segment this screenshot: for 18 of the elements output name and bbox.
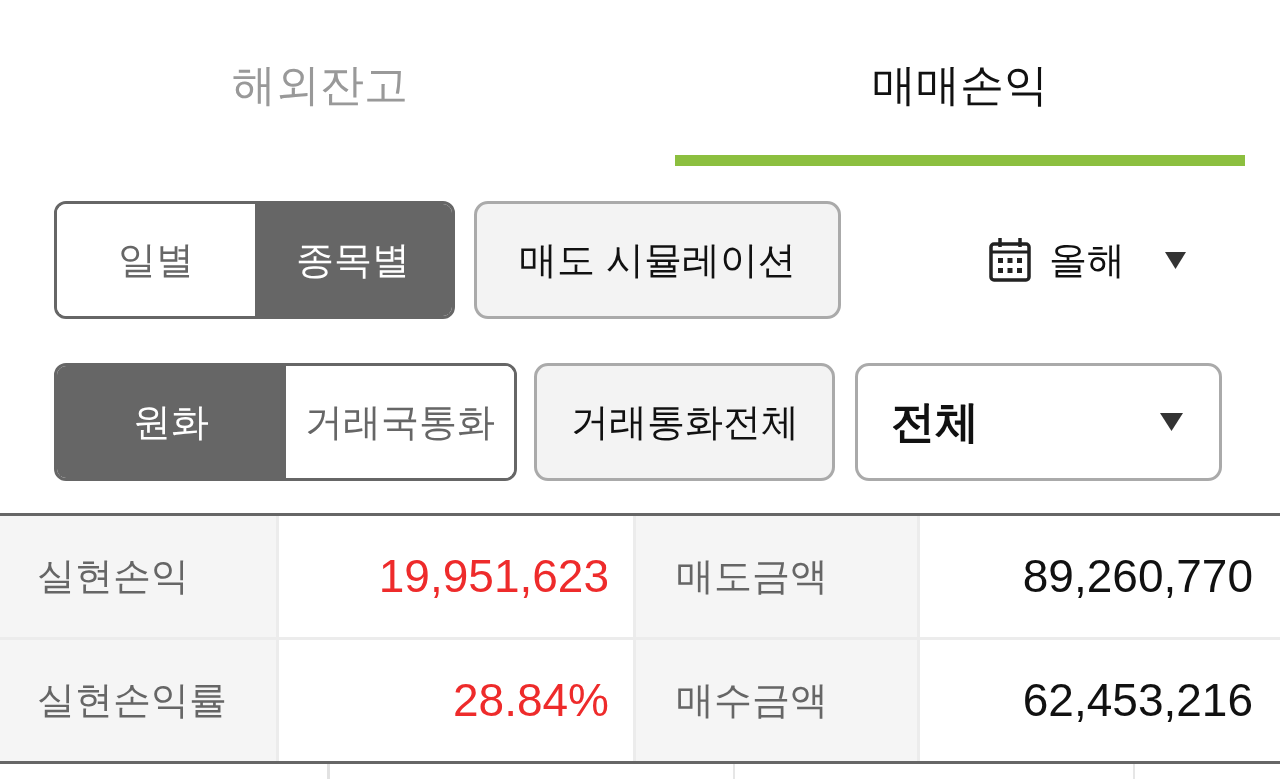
- period-picker[interactable]: 올해: [975, 220, 1200, 300]
- currency-button[interactable]: 거래통화전체: [534, 363, 835, 481]
- summary-label: 매수금액: [636, 640, 917, 761]
- summary-label: 매도금액: [636, 516, 917, 637]
- summary-label: 실현손익률: [0, 640, 276, 761]
- caret-icon: [1165, 251, 1186, 269]
- summary-value: 28.84%: [279, 640, 633, 761]
- caret-icon: [1160, 413, 1183, 431]
- filter-dropdown[interactable]: 전체: [855, 363, 1222, 481]
- simulation-button[interactable]: 매도 시뮬레이션: [474, 201, 841, 319]
- calendar-icon: [989, 238, 1031, 282]
- summary-value: 89,260,770: [920, 516, 1280, 637]
- tab[interactable]: 매매손익: [675, 0, 1245, 166]
- summary-value: 19,951,623: [279, 516, 633, 637]
- summary-label: 실현손익: [0, 516, 276, 637]
- toggle-option[interactable]: 종목별: [254, 204, 452, 316]
- toggle-option[interactable]: 원화: [57, 366, 286, 478]
- summary-value: 62,453,216: [920, 640, 1280, 761]
